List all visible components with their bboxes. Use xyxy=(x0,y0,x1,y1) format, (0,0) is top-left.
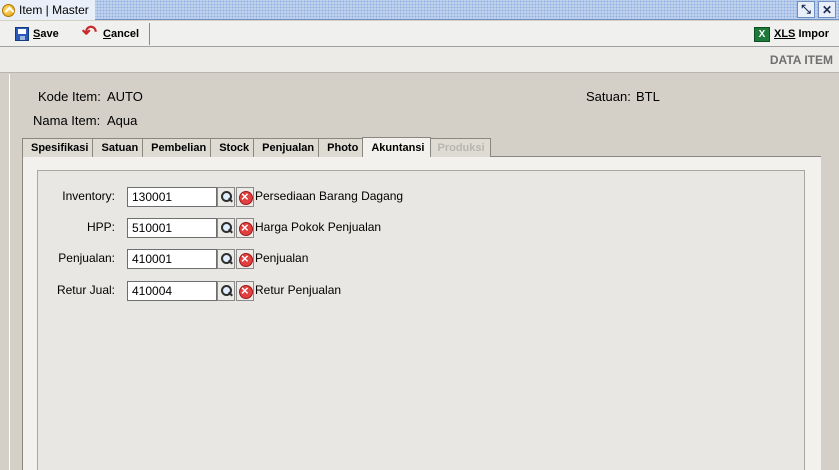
hpp-label: HPP: xyxy=(86,220,115,234)
tab-stock[interactable]: Stock xyxy=(210,138,256,157)
penjualan-search-button[interactable] xyxy=(217,249,235,269)
inventory-description: Persediaan Barang Dagang xyxy=(255,189,404,203)
nama-item-label: Nama Item: xyxy=(33,113,101,128)
section-title: DATA ITEM xyxy=(769,53,833,67)
retur-jual-code-input[interactable]: 410004 xyxy=(127,281,217,301)
tab-akuntansi[interactable]: Akuntansi xyxy=(362,137,431,157)
restore-icon: ⤡ xyxy=(801,2,811,16)
satuan-value: BTL xyxy=(636,89,660,104)
retur-jual-search-button[interactable] xyxy=(217,281,235,301)
tab-produksi: Produksi xyxy=(428,138,491,157)
section-header: DATA ITEM xyxy=(0,47,839,73)
penjualan-code-input[interactable]: 410001 xyxy=(127,249,217,269)
retur-jual-clear-button[interactable] xyxy=(236,281,254,301)
save-button[interactable]: Save xyxy=(15,24,59,44)
nama-item-value: Aqua xyxy=(107,113,138,128)
inventory-search-button[interactable] xyxy=(217,187,235,207)
hpp-clear-button[interactable] xyxy=(236,218,254,238)
window-title-area: Item | Master xyxy=(0,0,95,20)
kode-item-value: AUTO xyxy=(107,89,143,104)
restore-button[interactable]: ⤡ xyxy=(797,1,815,18)
inventory-code-input[interactable]: 130001 xyxy=(127,187,217,207)
tab-spesifikasi[interactable]: Spesifikasi xyxy=(22,138,95,157)
save-label: Save xyxy=(33,28,59,40)
satuan-label: Satuan: xyxy=(586,89,631,104)
cancel-button[interactable]: Cancel xyxy=(82,22,140,44)
kode-item-label: Kode Item: xyxy=(38,89,101,104)
accounts-group xyxy=(37,170,805,470)
hpp-search-button[interactable] xyxy=(217,218,235,238)
tab-satuan[interactable]: Satuan xyxy=(92,138,145,157)
hpp-code-input[interactable]: 510001 xyxy=(127,218,217,238)
toolbar-separator xyxy=(149,23,150,45)
penjualan-clear-button[interactable] xyxy=(236,249,254,269)
penjualan-description: Penjualan xyxy=(255,251,309,265)
tab-penjualan[interactable]: Penjualan xyxy=(253,138,321,157)
window-title: Item | Master xyxy=(19,3,89,17)
cancel-label: Cancel xyxy=(103,28,140,40)
tab-strip: Spesifikasi Satuan Pembelian Stock Penju… xyxy=(22,137,491,157)
xls-import-button[interactable]: X XLS Impor xyxy=(754,24,829,44)
tab-pembelian[interactable]: Pembelian xyxy=(142,138,213,157)
title-bar: Item | Master ⤡ ✕ xyxy=(0,0,839,20)
retur-jual-label: Retur Jual: xyxy=(56,283,115,297)
close-icon: ✕ xyxy=(821,2,833,17)
inventory-label: Inventory: xyxy=(62,189,115,203)
save-icon xyxy=(15,27,29,41)
penjualan-label: Penjualan: xyxy=(58,251,115,265)
hpp-description: Harga Pokok Penjualan xyxy=(255,220,382,234)
toolbar: Save Cancel X XLS Impor xyxy=(0,21,839,47)
excel-icon: X xyxy=(754,26,770,42)
undo-icon xyxy=(82,22,99,43)
inventory-clear-button[interactable] xyxy=(236,187,254,207)
xls-import-label: XLS Impor xyxy=(774,28,830,40)
app-icon xyxy=(2,3,15,17)
retur-jual-description: Retur Penjualan xyxy=(255,283,342,297)
close-button[interactable]: ✕ xyxy=(818,1,836,18)
tab-photo[interactable]: Photo xyxy=(318,138,365,157)
